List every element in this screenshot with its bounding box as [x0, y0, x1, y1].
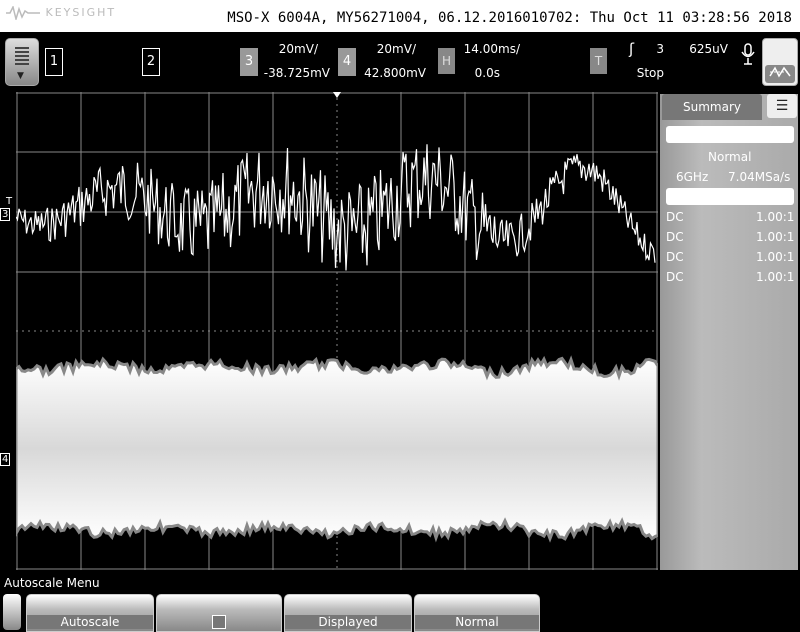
main-menu-button[interactable]: ▼ [5, 38, 39, 86]
acquisition-mode: Normal [708, 150, 752, 164]
brand-logo: KEYSIGHT [6, 4, 116, 22]
softkey-label: Displayed [285, 615, 411, 629]
tab-summary[interactable]: Summary [662, 94, 762, 120]
summary-panel [660, 94, 798, 570]
coupling-ch3: DC [666, 250, 684, 264]
channel-4-trace [16, 355, 658, 543]
ch3-scale: 20mV/ [278, 42, 318, 56]
softkey-label: Autoscale [27, 615, 153, 629]
list-icon[interactable]: ☰ [767, 94, 797, 118]
trigger-position-marker [333, 92, 341, 98]
probe-ch1: 1.00:1 [756, 210, 795, 224]
run-stop-button[interactable] [762, 38, 798, 86]
summary-divider-bottom [666, 188, 794, 205]
softkey-checkbox[interactable] [156, 594, 282, 632]
channel-3-button[interactable]: 3 [240, 48, 258, 76]
channel-4-button[interactable]: 4 [338, 48, 356, 76]
microphone-icon[interactable] [740, 43, 756, 73]
sample-rate: 7.04MSa/s [728, 170, 791, 184]
softkey-normal[interactable]: Normal [414, 594, 540, 632]
coupling-ch1: DC [666, 210, 684, 224]
ch4-scale: 20mV/ [376, 42, 416, 56]
timebase-value: 14.00ms/ [463, 42, 520, 56]
softkey-displayed[interactable]: Displayed [284, 594, 412, 632]
trigger-level-marker: T [6, 196, 13, 207]
waveform-toggle-icon [765, 65, 795, 83]
ch4-offset: 42.800mV [364, 66, 426, 80]
ch4-ground-marker[interactable]: 4 [0, 453, 11, 466]
acquisition-status: Stop [636, 66, 664, 80]
channel-3-trace [16, 144, 656, 271]
ch3-offset: -38.725mV [263, 66, 330, 80]
menu-icon [15, 47, 29, 65]
title-bar: KEYSIGHT MSO-X 6004A, MY56271004, 06.12.… [0, 0, 800, 32]
probe-ch4: 1.00:1 [756, 270, 795, 284]
channel-1-button[interactable]: 1 [45, 48, 63, 76]
chevron-down-icon: ▼ [17, 71, 24, 81]
control-bar: ▼ 1 2 3 20mV/ -38.725mV 4 20mV/ 42.800mV… [0, 32, 800, 90]
softkey-autoscale[interactable]: Autoscale [26, 594, 154, 632]
summary-divider-top [666, 126, 794, 143]
horizontal-button[interactable]: H [438, 48, 455, 74]
trigger-button[interactable]: T [590, 48, 607, 74]
waveform-display[interactable] [16, 92, 658, 570]
probe-ch3: 1.00:1 [756, 250, 795, 264]
coupling-ch2: DC [666, 230, 684, 244]
checkbox-icon[interactable] [212, 615, 226, 629]
probe-ch2: 1.00:1 [756, 230, 795, 244]
menu-back-button[interactable] [3, 594, 21, 630]
instrument-info: MSO-X 6004A, MY56271004, 06.12.201601070… [227, 10, 792, 26]
softkey-label: Normal [415, 615, 539, 629]
coupling-ch4: DC [666, 270, 684, 284]
trigger-level: 625uV [689, 42, 728, 56]
delay-value: 0.0s [474, 66, 500, 80]
trigger-source: 3 [656, 42, 664, 56]
bandwidth: 6GHz [676, 170, 709, 184]
menu-title: Autoscale Menu [4, 576, 100, 590]
rising-edge-icon: ʃ [628, 40, 634, 58]
ch3-ground-marker[interactable]: 3 [0, 208, 11, 221]
channel-2-button[interactable]: 2 [142, 48, 160, 76]
